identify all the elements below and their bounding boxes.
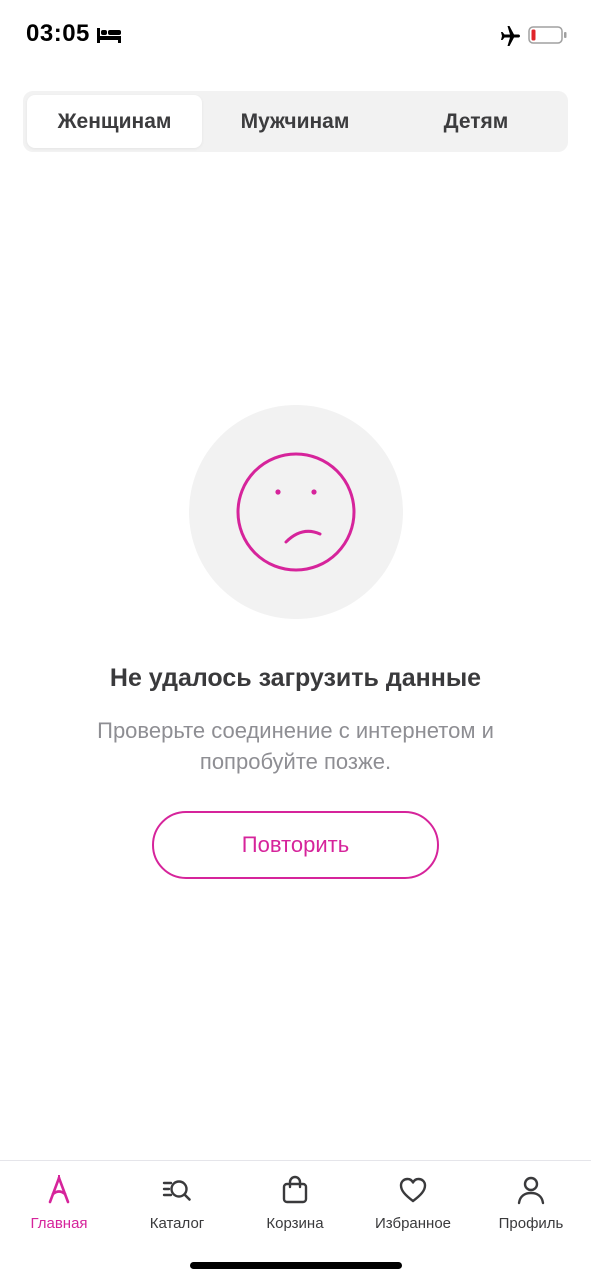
nav-item-profile[interactable]: Профиль — [472, 1175, 590, 1245]
sad-face-icon — [236, 452, 356, 572]
home-logo-icon — [48, 1175, 70, 1204]
retry-button-label: Повторить — [241, 832, 350, 857]
nav-label-home: Главная — [30, 1215, 88, 1232]
home-indicator[interactable] — [190, 1262, 402, 1269]
status-time: 03:05 — [26, 20, 90, 47]
airplane-icon — [501, 26, 520, 46]
tab-kids[interactable]: Детям — [388, 95, 564, 148]
bag-icon — [282, 1175, 308, 1204]
nav-item-catalog[interactable]: Каталог — [118, 1175, 236, 1245]
error-illustration — [189, 405, 403, 619]
tab-men[interactable]: Мужчинам — [206, 95, 384, 148]
error-message: Проверьте соединение с интернетом и попр… — [97, 718, 494, 774]
nav-label-profile: Профиль — [498, 1215, 564, 1232]
screen: 03:05 Женщинам Мужчинам Детям Не удалось… — [0, 0, 591, 1280]
nav-label-cart: Корзина — [266, 1215, 324, 1232]
nav-item-home[interactable]: Главная — [0, 1175, 118, 1245]
nav-item-cart[interactable]: Корзина — [236, 1175, 354, 1245]
profile-icon — [517, 1176, 545, 1205]
bed-icon — [97, 28, 121, 43]
tab-women[interactable]: Женщинам — [27, 95, 202, 148]
tab-men-label: Мужчинам — [240, 109, 350, 133]
tab-women-label: Женщинам — [57, 109, 172, 133]
heart-icon — [399, 1177, 427, 1203]
retry-button[interactable]: Повторить — [152, 811, 439, 879]
catalog-search-icon — [162, 1180, 191, 1201]
tab-kids-label: Детям — [443, 109, 509, 133]
category-tabs: Женщинам Мужчинам Детям — [23, 91, 568, 152]
error-title: Не удалось загрузить данные — [109, 664, 482, 692]
nav-label-catalog: Каталог — [149, 1215, 205, 1232]
nav-item-favorites[interactable]: Избранное — [354, 1175, 472, 1245]
battery-low-icon — [528, 26, 567, 44]
status-bar: 03:05 — [0, 0, 591, 70]
nav-label-favorites: Избранное — [374, 1215, 452, 1232]
